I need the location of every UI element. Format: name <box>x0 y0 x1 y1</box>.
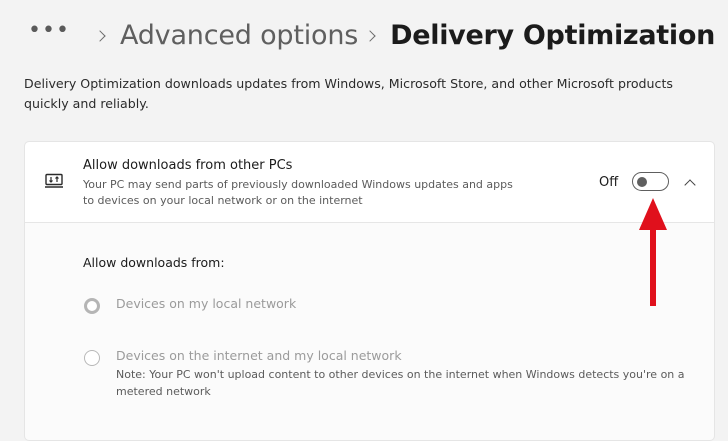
breadcrumb-parent-link[interactable]: Advanced options <box>120 20 358 51</box>
chevron-right-icon <box>94 30 106 42</box>
setting-description: Your PC may send parts of previously dow… <box>83 178 513 207</box>
local-network-radio[interactable] <box>84 298 100 314</box>
allow-downloads-toggle[interactable] <box>632 172 669 191</box>
chevron-right-icon <box>364 30 376 42</box>
page-description: Delivery Optimization downloads updates … <box>24 76 673 111</box>
local-network-radio-label: Devices on my local network <box>116 296 297 311</box>
chevron-up-icon[interactable] <box>684 179 696 191</box>
breadcrumb: ••• Advanced options Delivery Optimizati… <box>28 14 715 56</box>
downloads-setting-card: Allow downloads from other PCs Your PC m… <box>24 141 715 441</box>
metered-network-note: Note: Your PC won't upload content to ot… <box>116 368 685 398</box>
more-breadcrumb-button[interactable]: ••• <box>28 18 70 43</box>
toggle-knob <box>637 176 647 187</box>
toggle-state-label: Off <box>599 175 619 190</box>
internet-and-local-radio-label: Devices on the internet and my local net… <box>116 348 402 363</box>
network-transfer-icon <box>45 173 65 193</box>
downloads-from-label: Allow downloads from: <box>83 255 225 270</box>
internet-and-local-radio[interactable] <box>84 350 100 366</box>
setting-title: Allow downloads from other PCs <box>83 158 293 173</box>
page-title: Delivery Optimization <box>390 19 715 51</box>
setting-header[interactable]: Allow downloads from other PCs Your PC m… <box>25 142 714 223</box>
red-annotation-arrow <box>639 198 667 306</box>
